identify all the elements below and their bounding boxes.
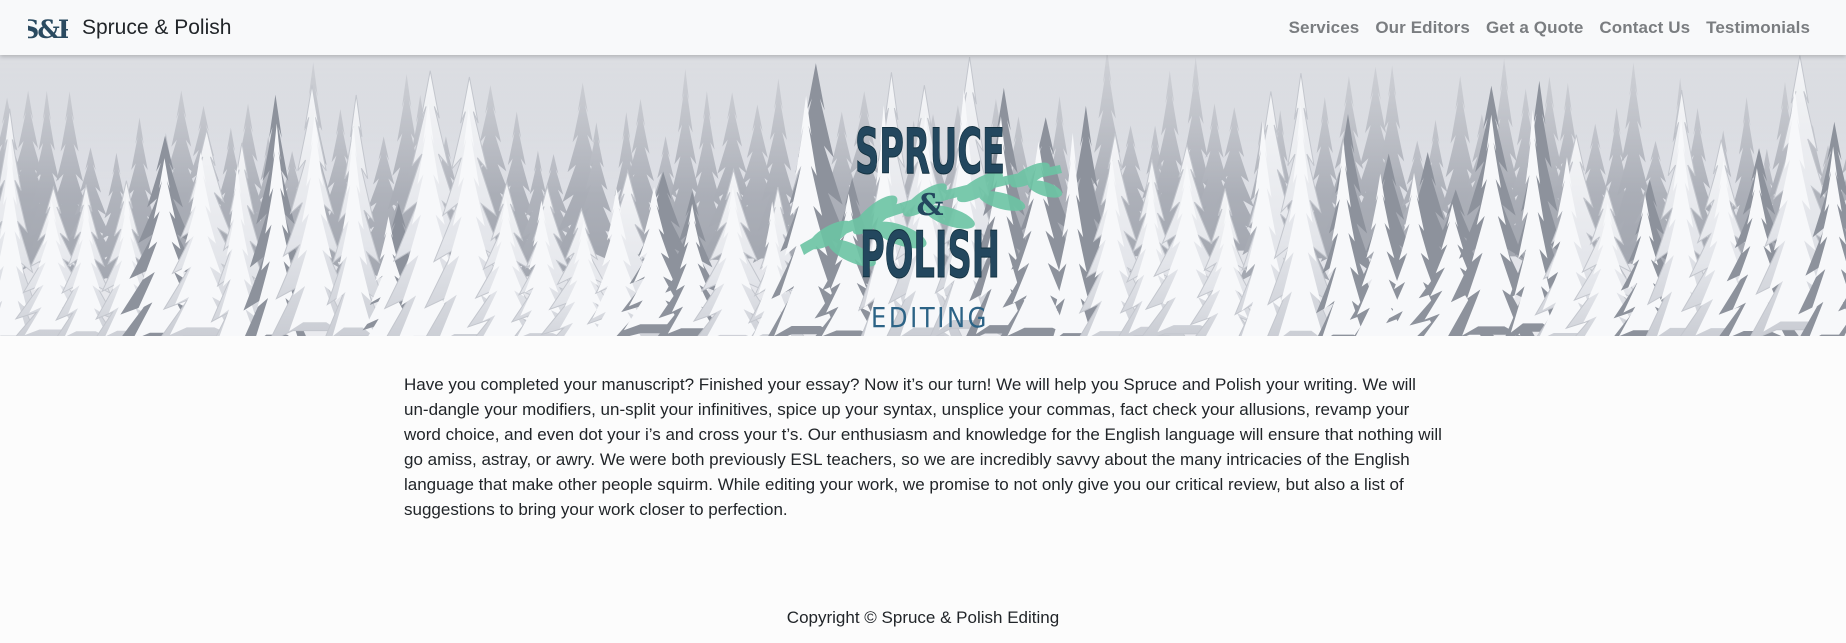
- brand-link[interactable]: S&P Spruce & Polish: [28, 0, 231, 55]
- nav-link-contact-us[interactable]: Contact Us: [1591, 18, 1698, 38]
- nav-link-testimonials[interactable]: Testimonials: [1698, 18, 1818, 38]
- spruce-polish-editing-logo: SPRUCE & POLISH EDITING: [800, 115, 1063, 334]
- svg-text:S&P: S&P: [28, 15, 68, 44]
- brand-name: Spruce & Polish: [82, 15, 232, 39]
- brand-logo-icon: S&P: [28, 15, 68, 44]
- footer: Copyright © Spruce & Polish Editing: [0, 608, 1846, 628]
- nav-link-get-a-quote[interactable]: Get a Quote: [1478, 18, 1591, 38]
- copyright-text: Copyright © Spruce & Polish Editing: [786, 608, 1060, 627]
- intro-paragraph: Have you completed your manuscript? Fini…: [404, 375, 1442, 519]
- hero-banner: SPRUCE & POLISH EDITING: [0, 55, 1846, 336]
- logo-ampersand: &: [916, 188, 943, 223]
- top-navbar: S&P Spruce & Polish Services Our Editors…: [0, 0, 1846, 55]
- logo-word-editing: EDITING: [871, 301, 989, 334]
- nav-link-our-editors[interactable]: Our Editors: [1367, 18, 1478, 38]
- logo-word-spruce: SPRUCE: [855, 115, 1005, 188]
- nav-link-services[interactable]: Services: [1281, 18, 1368, 38]
- main-nav: Services Our Editors Get a Quote Contact…: [1281, 0, 1818, 55]
- logo-word-polish: POLISH: [860, 219, 1000, 293]
